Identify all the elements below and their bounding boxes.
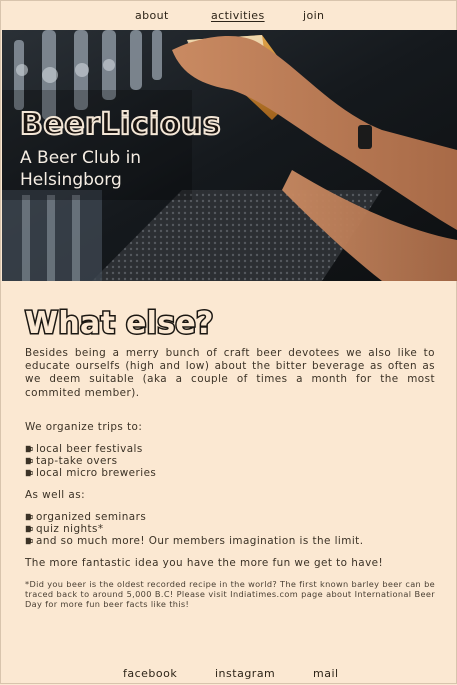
- page: about activities join BeerLicious A Beer…: [0, 0, 457, 684]
- as-well-as-label: As well as:: [25, 489, 86, 501]
- hero-subtitle: A Beer Club in Helsingborg: [20, 148, 142, 190]
- list-item: organized seminars: [25, 511, 363, 523]
- hero-banner: BeerLicious A Beer Club in Helsingborg: [2, 30, 457, 281]
- beer-mug-icon: [25, 537, 33, 545]
- top-nav: about activities join: [1, 1, 456, 30]
- extra-item-label: and so much more! Our members imaginatio…: [36, 535, 364, 547]
- section-heading: What else?: [25, 306, 214, 341]
- beer-mug-icon: [25, 457, 33, 465]
- list-item: local micro breweries: [25, 467, 156, 479]
- beer-mug-icon: [25, 513, 33, 521]
- beer-mug-icon: [25, 525, 33, 533]
- beer-mug-icon: [25, 445, 33, 453]
- hero-title: BeerLicious: [19, 106, 222, 143]
- nav-activities-link[interactable]: activities: [211, 9, 265, 22]
- nav-about-link[interactable]: about: [135, 9, 169, 22]
- list-item: local beer festivals: [25, 443, 156, 455]
- extra-item-label: quiz nights*: [36, 523, 104, 535]
- mail-link[interactable]: mail: [313, 667, 339, 680]
- trips-intro: We organize trips to:: [25, 421, 143, 433]
- list-item: quiz nights*: [25, 523, 363, 535]
- intro-paragraph: Besides being a merry bunch of craft bee…: [25, 347, 435, 399]
- list-item: tap-take overs: [25, 455, 156, 467]
- extras-list: organized seminars quiz nights* and so m…: [25, 511, 363, 547]
- trip-item-label: tap-take overs: [36, 455, 118, 467]
- footer-nav: facebook instagram mail: [1, 661, 456, 685]
- trip-item-label: local micro breweries: [36, 467, 157, 479]
- facebook-link[interactable]: facebook: [123, 667, 177, 680]
- trip-item-label: local beer festivals: [36, 443, 143, 455]
- nav-join-link[interactable]: join: [303, 9, 324, 22]
- instagram-link[interactable]: instagram: [215, 667, 275, 680]
- list-item: and so much more! Our members imaginatio…: [25, 535, 363, 547]
- beer-mug-icon: [25, 469, 33, 477]
- closing-paragraph: The more fantastic idea you have the mor…: [25, 557, 384, 569]
- extra-item-label: organized seminars: [36, 511, 147, 523]
- beer-fact-footnote: *Did you beer is the oldest recorded rec…: [25, 579, 435, 610]
- trips-list: local beer festivals tap-take overs loca…: [25, 443, 156, 479]
